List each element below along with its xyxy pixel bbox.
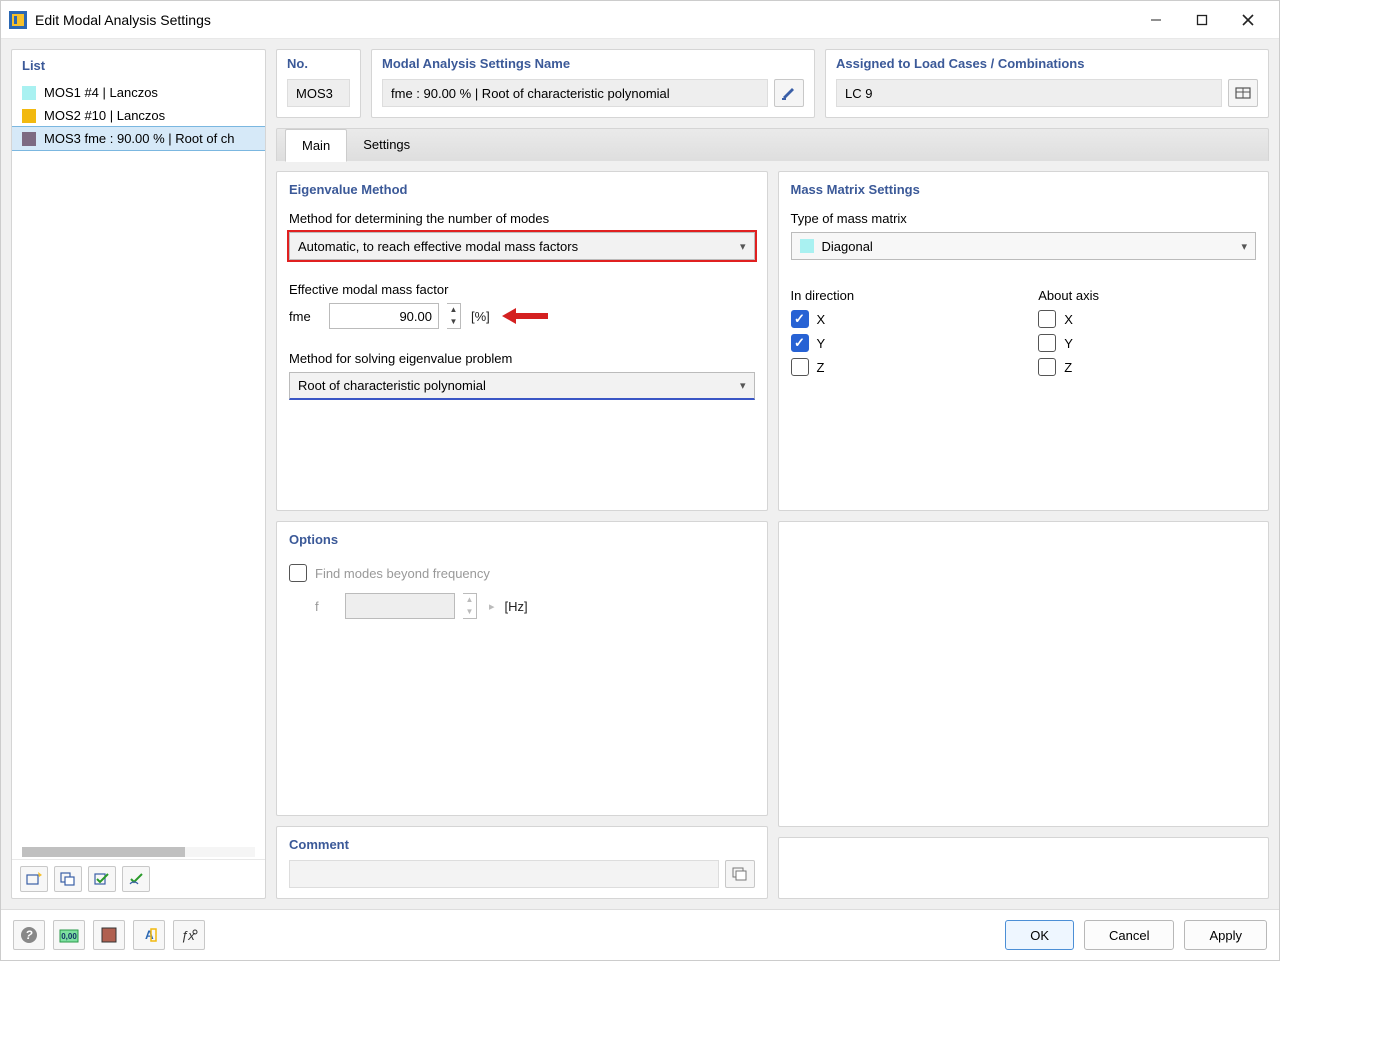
titlebar: Edit Modal Analysis Settings (1, 1, 1279, 39)
chevron-down-icon: ▾ (740, 240, 746, 253)
horizontal-scrollbar[interactable] (22, 847, 255, 857)
list-item[interactable]: MOS2 #10 | Lanczos (12, 104, 265, 127)
maximize-button[interactable] (1179, 5, 1225, 35)
direction-z-checkbox[interactable] (791, 358, 809, 376)
name-label: Modal Analysis Settings Name (382, 56, 804, 71)
assigned-cell: Assigned to Load Cases / Combinations LC… (825, 49, 1269, 118)
factor-unit: [%] (471, 309, 490, 324)
list-item-label: MOS2 #10 | Lanczos (44, 108, 165, 123)
apply-button[interactable]: Apply (1184, 920, 1267, 950)
options-title: Options (289, 532, 755, 547)
ok-button[interactable]: OK (1005, 920, 1074, 950)
axis-z-checkbox[interactable] (1038, 358, 1056, 376)
mass-title: Mass Matrix Settings (791, 182, 1257, 197)
tab-main[interactable]: Main (285, 129, 347, 162)
frequency-menu-icon: ▸ (489, 600, 495, 613)
list-item-label: MOS1 #4 | Lanczos (44, 85, 158, 100)
assigned-browse-button[interactable] (1228, 79, 1258, 107)
svg-text:0,00: 0,00 (61, 932, 77, 941)
right-area: No. MOS3 Modal Analysis Settings Name fm… (276, 49, 1269, 899)
comment-library-button[interactable] (725, 860, 755, 888)
tab-settings[interactable]: Settings (347, 129, 426, 161)
no-cell: No. MOS3 (276, 49, 361, 118)
solve-method-label: Method for solving eigenvalue problem (289, 351, 755, 366)
axis-heading: About axis (1038, 288, 1256, 303)
svg-text:?: ? (25, 928, 33, 942)
annotation-arrow-icon (502, 305, 550, 327)
list-panel: List MOS1 #4 | Lanczos MOS2 #10 | Lanczo… (11, 49, 266, 899)
modes-method-select[interactable]: Automatic, to reach effective modal mass… (289, 232, 755, 260)
options-section: Options Find modes beyond frequency f ▲▼… (276, 521, 768, 816)
chevron-down-icon: ▾ (1241, 240, 1247, 253)
minimize-button[interactable] (1133, 5, 1179, 35)
no-label: No. (287, 56, 350, 71)
window-title: Edit Modal Analysis Settings (35, 12, 1133, 28)
mass-section: Mass Matrix Settings Type of mass matrix… (778, 171, 1270, 511)
mass-type-value: Diagonal (822, 239, 873, 254)
axis-y-checkbox[interactable] (1038, 334, 1056, 352)
color-swatch (800, 239, 814, 253)
chevron-down-icon: ▾ (740, 379, 746, 392)
list-item[interactable]: MOS3 fme : 90.00 % | Root of ch (12, 127, 265, 150)
assigned-label: Assigned to Load Cases / Combinations (836, 56, 1258, 71)
eigenvalue-section: Eigenvalue Method Method for determining… (276, 171, 768, 511)
new-item-button[interactable] (20, 866, 48, 892)
frequency-spinner: ▲▼ (463, 593, 477, 619)
tab-strip: Main Settings (276, 128, 1269, 161)
units-button[interactable]: 0,00 (53, 920, 85, 950)
color-swatch (22, 132, 36, 146)
list-item[interactable]: MOS1 #4 | Lanczos (12, 81, 265, 104)
frequency-unit: [Hz] (505, 599, 528, 614)
empty-panel-1 (778, 521, 1270, 827)
help-button[interactable]: ? (13, 920, 45, 950)
find-modes-label: Find modes beyond frequency (315, 566, 490, 581)
text-tool-button[interactable]: A (133, 920, 165, 950)
function-button[interactable]: ƒx (173, 920, 205, 950)
name-cell: Modal Analysis Settings Name fme : 90.00… (371, 49, 815, 118)
list-item-label: MOS3 fme : 90.00 % | Root of ch (44, 131, 235, 146)
list-body: MOS1 #4 | Lanczos MOS2 #10 | Lanczos MOS… (12, 81, 265, 841)
mass-type-select[interactable]: Diagonal ▾ (791, 232, 1257, 260)
assigned-field[interactable]: LC 9 (836, 79, 1222, 107)
edit-name-button[interactable] (774, 79, 804, 107)
modes-method-label: Method for determining the number of mod… (289, 211, 755, 226)
comment-title: Comment (289, 837, 755, 852)
comment-section: Comment (276, 826, 768, 899)
mass-type-label: Type of mass matrix (791, 211, 1257, 226)
check-list-button[interactable] (88, 866, 116, 892)
direction-y-checkbox[interactable]: ✓ (791, 334, 809, 352)
factor-symbol: fme (289, 309, 329, 324)
comment-field[interactable] (289, 860, 719, 888)
no-field: MOS3 (287, 79, 350, 107)
factor-label: Effective modal mass factor (289, 282, 755, 297)
color-button[interactable] (93, 920, 125, 950)
list-title: List (12, 50, 265, 81)
direction-heading: In direction (791, 288, 1009, 303)
factor-input[interactable]: 90.00 (329, 303, 439, 329)
modes-method-value: Automatic, to reach effective modal mass… (298, 239, 578, 254)
app-icon (9, 11, 27, 29)
close-button[interactable] (1225, 5, 1271, 35)
empty-panel-2 (778, 837, 1270, 899)
solve-method-value: Root of characteristic polynomial (298, 378, 486, 393)
factor-spinner[interactable]: ▲▼ (447, 303, 461, 329)
direction-x-checkbox[interactable]: ✓ (791, 310, 809, 328)
axis-x-checkbox[interactable] (1038, 310, 1056, 328)
find-modes-checkbox[interactable] (289, 564, 307, 582)
solve-method-select[interactable]: Root of characteristic polynomial ▾ (289, 372, 755, 400)
eigenvalue-title: Eigenvalue Method (289, 182, 755, 197)
copy-item-button[interactable] (54, 866, 82, 892)
frequency-input (345, 593, 455, 619)
color-swatch (22, 86, 36, 100)
cancel-button[interactable]: Cancel (1084, 920, 1174, 950)
refresh-check-button[interactable] (122, 866, 150, 892)
frequency-symbol: f (315, 599, 345, 614)
name-field[interactable]: fme : 90.00 % | Root of characteristic p… (382, 79, 768, 107)
svg-text:A: A (145, 928, 154, 942)
list-toolbar (12, 859, 265, 898)
bottom-bar: ? 0,00 A ƒx OK Cancel Apply (1, 909, 1279, 960)
color-swatch (22, 109, 36, 123)
